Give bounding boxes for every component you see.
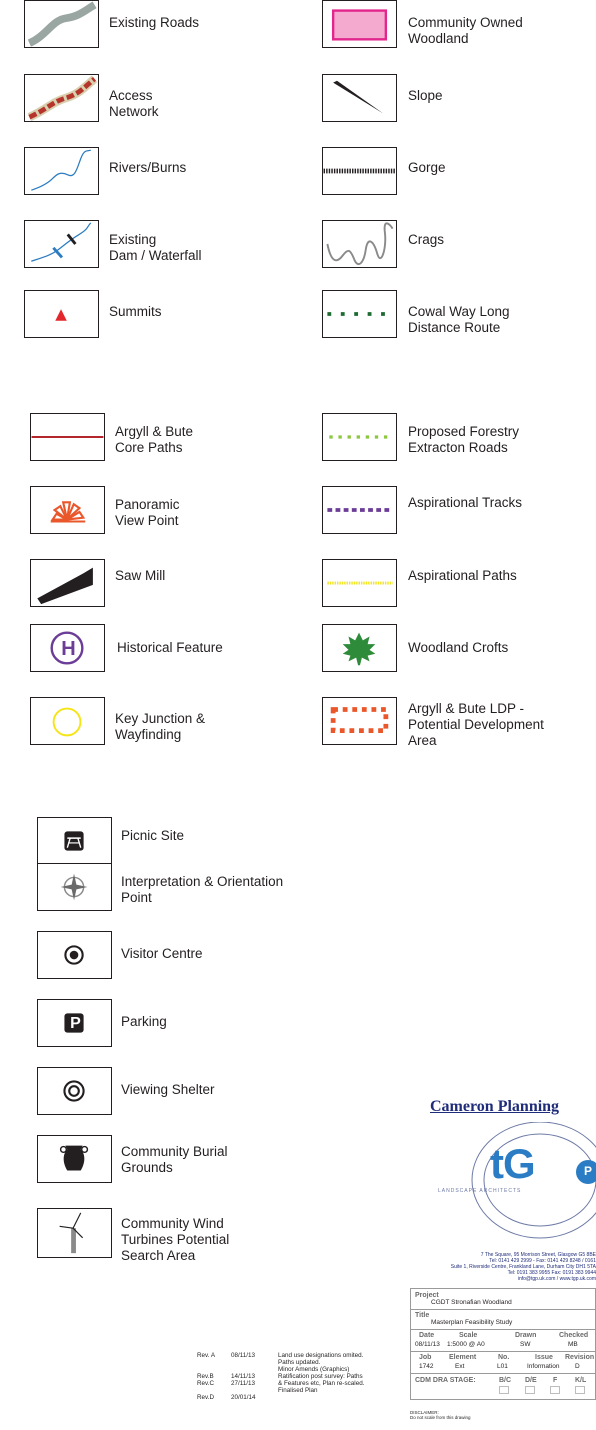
view-point-symbol — [30, 486, 105, 534]
historical-glyph: H — [61, 638, 76, 660]
slope-symbol — [322, 74, 397, 122]
ldp-area-symbol — [322, 697, 397, 745]
interpretation-label: Interpretation & Orientation Point — [121, 874, 284, 905]
issue-value: Information — [527, 1363, 560, 1370]
drawn-label: Drawn — [515, 1332, 537, 1339]
drawn-value: SW — [520, 1341, 531, 1348]
core-paths-symbol — [30, 413, 105, 461]
key-junction-label: Key Junction & Wayfinding — [115, 711, 206, 742]
saw-mill-symbol — [30, 559, 105, 607]
community-woodland-label: Community Owned Woodland — [408, 15, 523, 46]
dam-symbol — [24, 220, 99, 268]
historical-symbol: H — [30, 624, 105, 672]
revision-notes: Land use designations omited. Paths upda… — [278, 1352, 365, 1394]
viewing-shelter-symbol — [37, 1067, 112, 1115]
community-woodland-symbol — [322, 0, 397, 48]
title-label: Title — [415, 1312, 430, 1319]
date-value: 08/11/13 — [415, 1341, 440, 1348]
practice-address: 7 The Square, 95 Morrison Street, Glasgo… — [450, 1252, 596, 1282]
picnic-label: Picnic Site — [121, 828, 185, 843]
logo-letters: tG — [490, 1140, 536, 1187]
historical-label: Historical Feature — [117, 640, 223, 655]
slope-label: Slope — [408, 88, 443, 103]
aspirational-tracks-label: Aspirational Tracks — [408, 495, 523, 510]
stage-bc-label: B/C — [499, 1377, 512, 1384]
revision-label: Revision — [565, 1354, 595, 1361]
crags-symbol — [322, 220, 397, 268]
disclaimer: DISCLAIMER: Do not scale from this drawi… — [410, 1410, 471, 1420]
parking-label: Parking — [121, 1014, 167, 1029]
key-junction-symbol — [30, 697, 105, 745]
logo-caption: LANDSCAPE ARCHITECTS — [438, 1188, 522, 1194]
project-label: Project — [415, 1292, 439, 1299]
element-value: Ext — [455, 1363, 465, 1370]
interpretation-symbol — [37, 863, 112, 911]
visitor-centre-symbol — [37, 931, 112, 979]
wind-symbol — [37, 1208, 112, 1258]
stage-f-checkbox — [550, 1386, 560, 1394]
revision-value: D — [575, 1363, 580, 1370]
stage-kl-checkbox — [575, 1386, 585, 1394]
stage-de-label: D/E — [525, 1377, 537, 1384]
no-label: No. — [498, 1354, 510, 1361]
logo-p: P — [584, 1164, 593, 1178]
gorge-label: Gorge — [408, 160, 446, 175]
parking-glyph: P — [70, 1015, 81, 1032]
woodland-crofts-symbol — [322, 624, 397, 672]
picnic-symbol — [37, 817, 112, 865]
no-value: L01 — [497, 1363, 508, 1370]
existing-roads-label: Existing Roads — [109, 15, 200, 30]
forestry-roads-label: Proposed Forestry Extracton Roads — [408, 424, 520, 455]
crags-label: Crags — [408, 232, 445, 247]
summits-symbol — [24, 290, 99, 338]
revision-ids: Rev. A Rev.B Rev.C Rev.D — [197, 1352, 216, 1401]
element-label: Element — [449, 1354, 477, 1361]
scale-value: 1:5000 @ A0 — [447, 1341, 485, 1348]
gorge-symbol — [322, 147, 397, 195]
existing-roads-symbol — [24, 0, 99, 48]
checked-value: MB — [568, 1341, 578, 1348]
viewing-shelter-label: Viewing Shelter — [121, 1082, 215, 1097]
issue-label: Issue — [535, 1354, 553, 1361]
burial-label: Community Burial Grounds — [121, 1144, 228, 1175]
stage-de-checkbox — [525, 1386, 535, 1394]
access-network-label: Access Network — [109, 88, 159, 119]
stage-kl-label: K/L — [575, 1377, 587, 1384]
stage-f-label: F — [553, 1377, 558, 1384]
ldp-area-label: Argyll & Bute LDP - Potential Developmen… — [408, 701, 544, 748]
cowal-way-symbol — [322, 290, 397, 338]
woodland-crofts-label: Woodland Crofts — [408, 640, 509, 655]
summits-label: Summits — [109, 304, 162, 319]
date-label: Date — [419, 1332, 435, 1339]
job-value: 1742 — [419, 1363, 434, 1370]
title-value: Masterplan Feasibility Study — [431, 1319, 513, 1326]
rivers-label: Rivers/Burns — [109, 160, 187, 175]
stage-bc-checkbox — [499, 1386, 509, 1394]
visitor-centre-label: Visitor Centre — [121, 946, 203, 961]
access-network-symbol — [24, 74, 99, 122]
cdm-label: CDM DRA STAGE: — [415, 1377, 476, 1384]
forestry-roads-symbol — [322, 413, 397, 461]
wind-label: Community Wind Turbines Potential Search… — [121, 1216, 230, 1263]
view-point-label: Panoramic View Point — [115, 497, 180, 528]
title-block-table: Project CGDT Stronafian Woodland Title M… — [410, 1288, 596, 1400]
practice-heading: Cameron Planning — [430, 1098, 560, 1115]
aspirational-tracks-symbol — [322, 486, 397, 534]
tgp-logo: tG P LANDSCAPE ARCHITECTS — [430, 1122, 596, 1246]
cowal-way-label: Cowal Way Long Distance Route — [408, 304, 510, 335]
job-label: Job — [419, 1354, 432, 1361]
aspirational-paths-label: Aspirational Paths — [408, 568, 517, 583]
rivers-symbol — [24, 147, 99, 195]
project-value: CGDT Stronafian Woodland — [431, 1299, 512, 1306]
saw-mill-label: Saw Mill — [115, 568, 166, 583]
checked-label: Checked — [559, 1332, 589, 1339]
scale-label: Scale — [459, 1332, 478, 1339]
parking-symbol: P — [37, 999, 112, 1047]
dam-label: Existing Dam / Waterfall — [109, 232, 202, 263]
burial-symbol — [37, 1135, 112, 1183]
aspirational-paths-symbol — [322, 559, 397, 607]
revision-dates: 08/11/13 14/11/13 27/11/13 20/01/14 — [231, 1352, 256, 1401]
core-paths-label: Argyll & Bute Core Paths — [115, 424, 194, 455]
